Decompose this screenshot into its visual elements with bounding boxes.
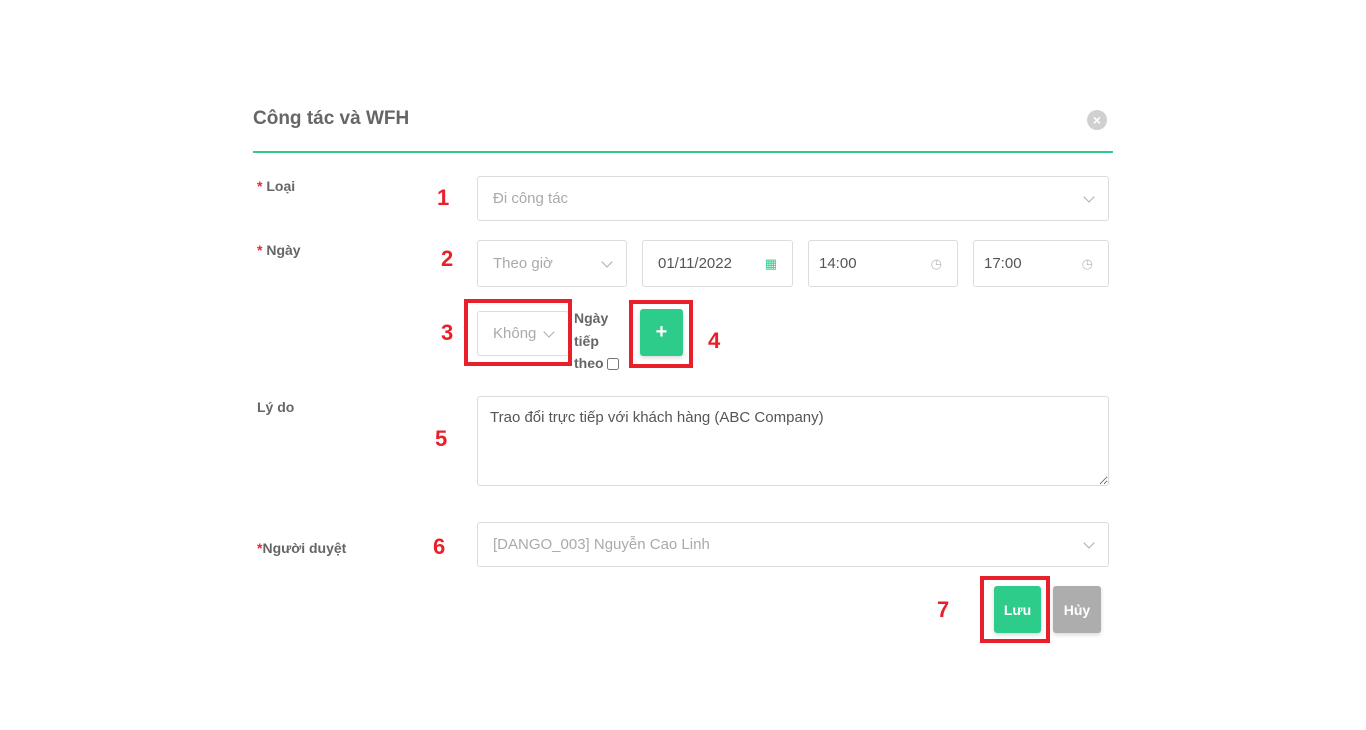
clock-icon: ◷ <box>930 255 942 271</box>
annotation-3: 3 <box>441 320 454 345</box>
annotation-1: 1 <box>437 185 450 210</box>
cancel-button[interactable]: Hủy <box>1053 586 1101 633</box>
label-reason: Lý do <box>257 399 295 415</box>
annotation-7: 7 <box>937 597 950 622</box>
next-day-label: Ngày tiếp theo <box>574 307 619 375</box>
date-value: 01/11/2022 <box>658 255 732 272</box>
type-select[interactable]: Đi công tác <box>477 176 1109 221</box>
highlight-box-7 <box>980 576 1050 643</box>
highlight-box-3 <box>464 299 572 366</box>
annotation-4: 4 <box>708 328 721 353</box>
start-time-input[interactable]: 14:00 ◷ <box>808 240 958 287</box>
date-input[interactable]: 01/11/2022 ▦ <box>642 240 793 287</box>
chevron-down-icon <box>1083 190 1095 203</box>
calendar-icon: ▦ <box>764 255 777 271</box>
next-day-checkbox[interactable] <box>606 358 619 371</box>
highlight-box-4 <box>629 300 693 368</box>
label-type: * Loại <box>257 178 296 194</box>
clock-icon: ◷ <box>1081 255 1093 271</box>
approver-value: [DANGO_003] Nguyễn Cao Linh <box>493 536 710 553</box>
label-approver: *Người duyệt <box>257 540 347 556</box>
annotation-6: 6 <box>433 534 446 559</box>
close-icon[interactable]: × <box>1087 110 1107 130</box>
date-mode-value: Theo giờ <box>493 255 553 272</box>
label-date: * Ngày <box>257 242 301 258</box>
date-mode-select[interactable]: Theo giờ <box>477 240 627 287</box>
chevron-down-icon <box>1083 536 1095 549</box>
annotation-5: 5 <box>435 426 448 451</box>
approver-select[interactable]: [DANGO_003] Nguyễn Cao Linh <box>477 522 1109 567</box>
type-value: Đi công tác <box>493 190 569 207</box>
end-time-input[interactable]: 17:00 ◷ <box>973 240 1109 287</box>
end-time-value: 17:00 <box>984 255 1022 272</box>
dialog-title: Công tác và WFH <box>253 108 410 129</box>
chevron-down-icon <box>601 255 613 268</box>
reason-textarea[interactable]: Trao đổi trực tiếp với khách hàng (ABC C… <box>477 396 1109 486</box>
annotation-2: 2 <box>441 246 454 271</box>
start-time-value: 14:00 <box>819 255 857 272</box>
title-divider <box>253 151 1113 153</box>
